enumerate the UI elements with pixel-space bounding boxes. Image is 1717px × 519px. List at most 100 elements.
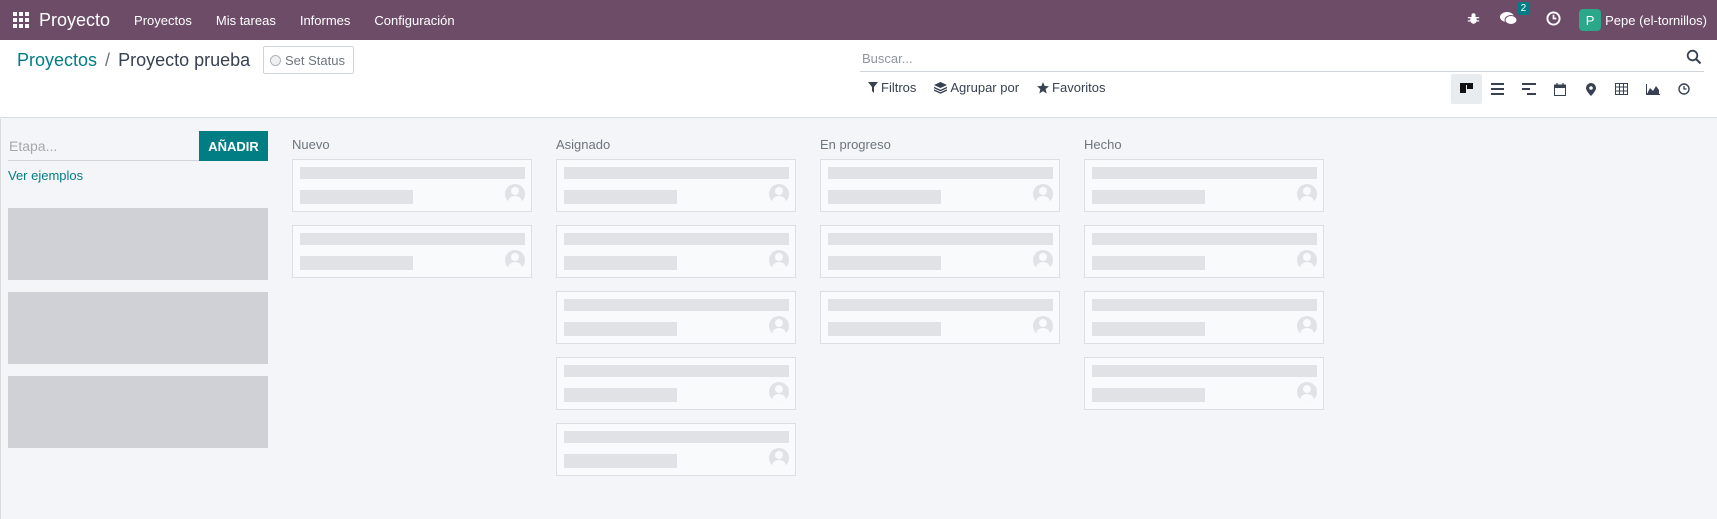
breadcrumb-separator: /	[105, 50, 111, 70]
placeholder-bar	[564, 167, 789, 179]
avatar-placeholder-icon	[1297, 382, 1317, 402]
gantt-view-button[interactable]	[1513, 74, 1544, 104]
search-input[interactable]	[860, 51, 1670, 66]
avatar-placeholder-icon	[1033, 184, 1053, 204]
placeholder-bar	[828, 190, 941, 204]
control-panel: Proyectos / Proyecto prueba Set Status F…	[0, 40, 1717, 118]
gantt-icon	[1521, 83, 1536, 95]
activity-view-button[interactable]	[1668, 74, 1699, 104]
app-name[interactable]: Proyecto	[39, 10, 110, 31]
kanban-card-placeholder	[292, 159, 532, 212]
placeholder-bar	[564, 256, 677, 270]
stage-name-input[interactable]	[8, 131, 199, 161]
favorites-button[interactable]: Favoritos	[1037, 80, 1106, 95]
avatar-placeholder-icon	[1033, 250, 1053, 270]
chat-icon[interactable]: 2	[1500, 2, 1531, 29]
favorites-label: Favoritos	[1052, 80, 1106, 95]
placeholder-bar	[1092, 233, 1317, 245]
avatar-placeholder-icon	[769, 250, 789, 270]
list-icon	[1491, 83, 1504, 95]
search-bar	[860, 46, 1704, 72]
placeholder-bar	[300, 256, 413, 270]
ghost-column-placeholder	[8, 376, 268, 448]
kanban-card-placeholder	[820, 291, 1060, 344]
apps-menu-icon[interactable]	[13, 12, 29, 28]
star-icon	[1037, 81, 1050, 93]
ghost-column-placeholder	[8, 292, 268, 364]
kanban-card-placeholder	[556, 225, 796, 278]
placeholder-bar	[564, 233, 789, 245]
placeholder-bar	[828, 322, 941, 336]
user-name: Pepe (el-tornillos)	[1605, 12, 1707, 28]
bug-icon[interactable]	[1467, 12, 1480, 28]
avatar-placeholder-icon	[505, 184, 525, 204]
clock-outline-icon	[1677, 83, 1690, 95]
menu-item-my-tasks[interactable]: Mis tareas	[204, 13, 288, 28]
search-panel-buttons: Filtros Agrupar por Favoritos	[868, 80, 1124, 95]
avatar-placeholder-icon	[769, 316, 789, 336]
main-menu: Proyectos Mis tareas Informes Configurac…	[122, 13, 467, 28]
kanban-card-placeholder	[1084, 159, 1324, 212]
clock-icon[interactable]	[1546, 11, 1561, 29]
systray: 2 P Pepe (el-tornillos)	[1457, 0, 1717, 40]
view-switcher	[1451, 74, 1699, 104]
kanban-card-placeholder	[292, 225, 532, 278]
placeholder-bar	[828, 256, 941, 270]
placeholder-bar	[828, 299, 1053, 311]
menu-item-configuration[interactable]: Configuración	[362, 13, 466, 28]
kanban-view-button[interactable]	[1451, 74, 1482, 104]
table-icon	[1615, 83, 1628, 95]
placeholder-bar	[300, 167, 525, 179]
messages-badge: 2	[1516, 2, 1531, 15]
ghost-column-placeholder	[8, 208, 268, 280]
kanban-icon	[1460, 82, 1473, 93]
kanban-board: AÑADIR Ver ejemplos Nuevo Asignado En pr…	[0, 119, 1717, 519]
placeholder-bar	[564, 454, 677, 468]
column-title: Hecho	[1084, 137, 1122, 152]
placeholder-bar	[1092, 167, 1317, 179]
placeholder-bar	[1092, 365, 1317, 377]
calendar-icon	[1553, 82, 1566, 96]
placeholder-bar	[300, 233, 525, 245]
graph-view-button[interactable]	[1637, 74, 1668, 104]
placeholder-bar	[564, 322, 677, 336]
top-navbar: Proyecto Proyectos Mis tareas Informes C…	[0, 0, 1717, 40]
group-by-label: Agrupar por	[950, 80, 1020, 95]
user-menu[interactable]: P Pepe (el-tornillos)	[1579, 9, 1707, 31]
placeholder-bar	[564, 190, 677, 204]
filters-label: Filtros	[881, 80, 917, 95]
menu-item-projects[interactable]: Proyectos	[122, 13, 204, 28]
placeholder-bar	[564, 431, 789, 443]
map-view-button[interactable]	[1575, 74, 1606, 104]
page-title: Proyecto prueba	[118, 50, 251, 70]
avatar: P	[1579, 9, 1602, 31]
breadcrumb-projects-link[interactable]: Proyectos	[17, 50, 97, 71]
kanban-card-placeholder	[820, 225, 1060, 278]
filter-icon	[868, 82, 878, 93]
avatar-placeholder-icon	[769, 382, 789, 402]
stage-quick-create: AÑADIR Ver ejemplos	[8, 131, 268, 185]
column-title: Nuevo	[292, 137, 330, 152]
kanban-card-placeholder	[1084, 291, 1324, 344]
status-circle-icon	[270, 54, 281, 66]
see-examples-link[interactable]: Ver ejemplos	[8, 168, 83, 183]
calendar-view-button[interactable]	[1544, 74, 1575, 104]
placeholder-bar	[1092, 388, 1205, 402]
add-stage-button[interactable]: AÑADIR	[199, 131, 268, 161]
group-by-button[interactable]: Agrupar por	[934, 80, 1019, 95]
menu-item-reports[interactable]: Informes	[288, 13, 363, 28]
layers-icon	[934, 81, 948, 94]
breadcrumb: Proyectos / Proyecto prueba	[17, 50, 250, 71]
kanban-card-placeholder	[556, 291, 796, 344]
search-icon[interactable]	[1686, 49, 1702, 65]
set-status-button[interactable]: Set Status	[263, 46, 354, 74]
pivot-view-button[interactable]	[1606, 74, 1637, 104]
avatar-placeholder-icon	[1297, 316, 1317, 336]
avatar-placeholder-icon	[1297, 184, 1317, 204]
filters-button[interactable]: Filtros	[868, 80, 916, 95]
kanban-card-placeholder	[556, 159, 796, 212]
list-view-button[interactable]	[1482, 74, 1513, 104]
column-title: En progreso	[820, 137, 891, 152]
placeholder-bar	[1092, 322, 1205, 336]
placeholder-bar	[1092, 299, 1317, 311]
